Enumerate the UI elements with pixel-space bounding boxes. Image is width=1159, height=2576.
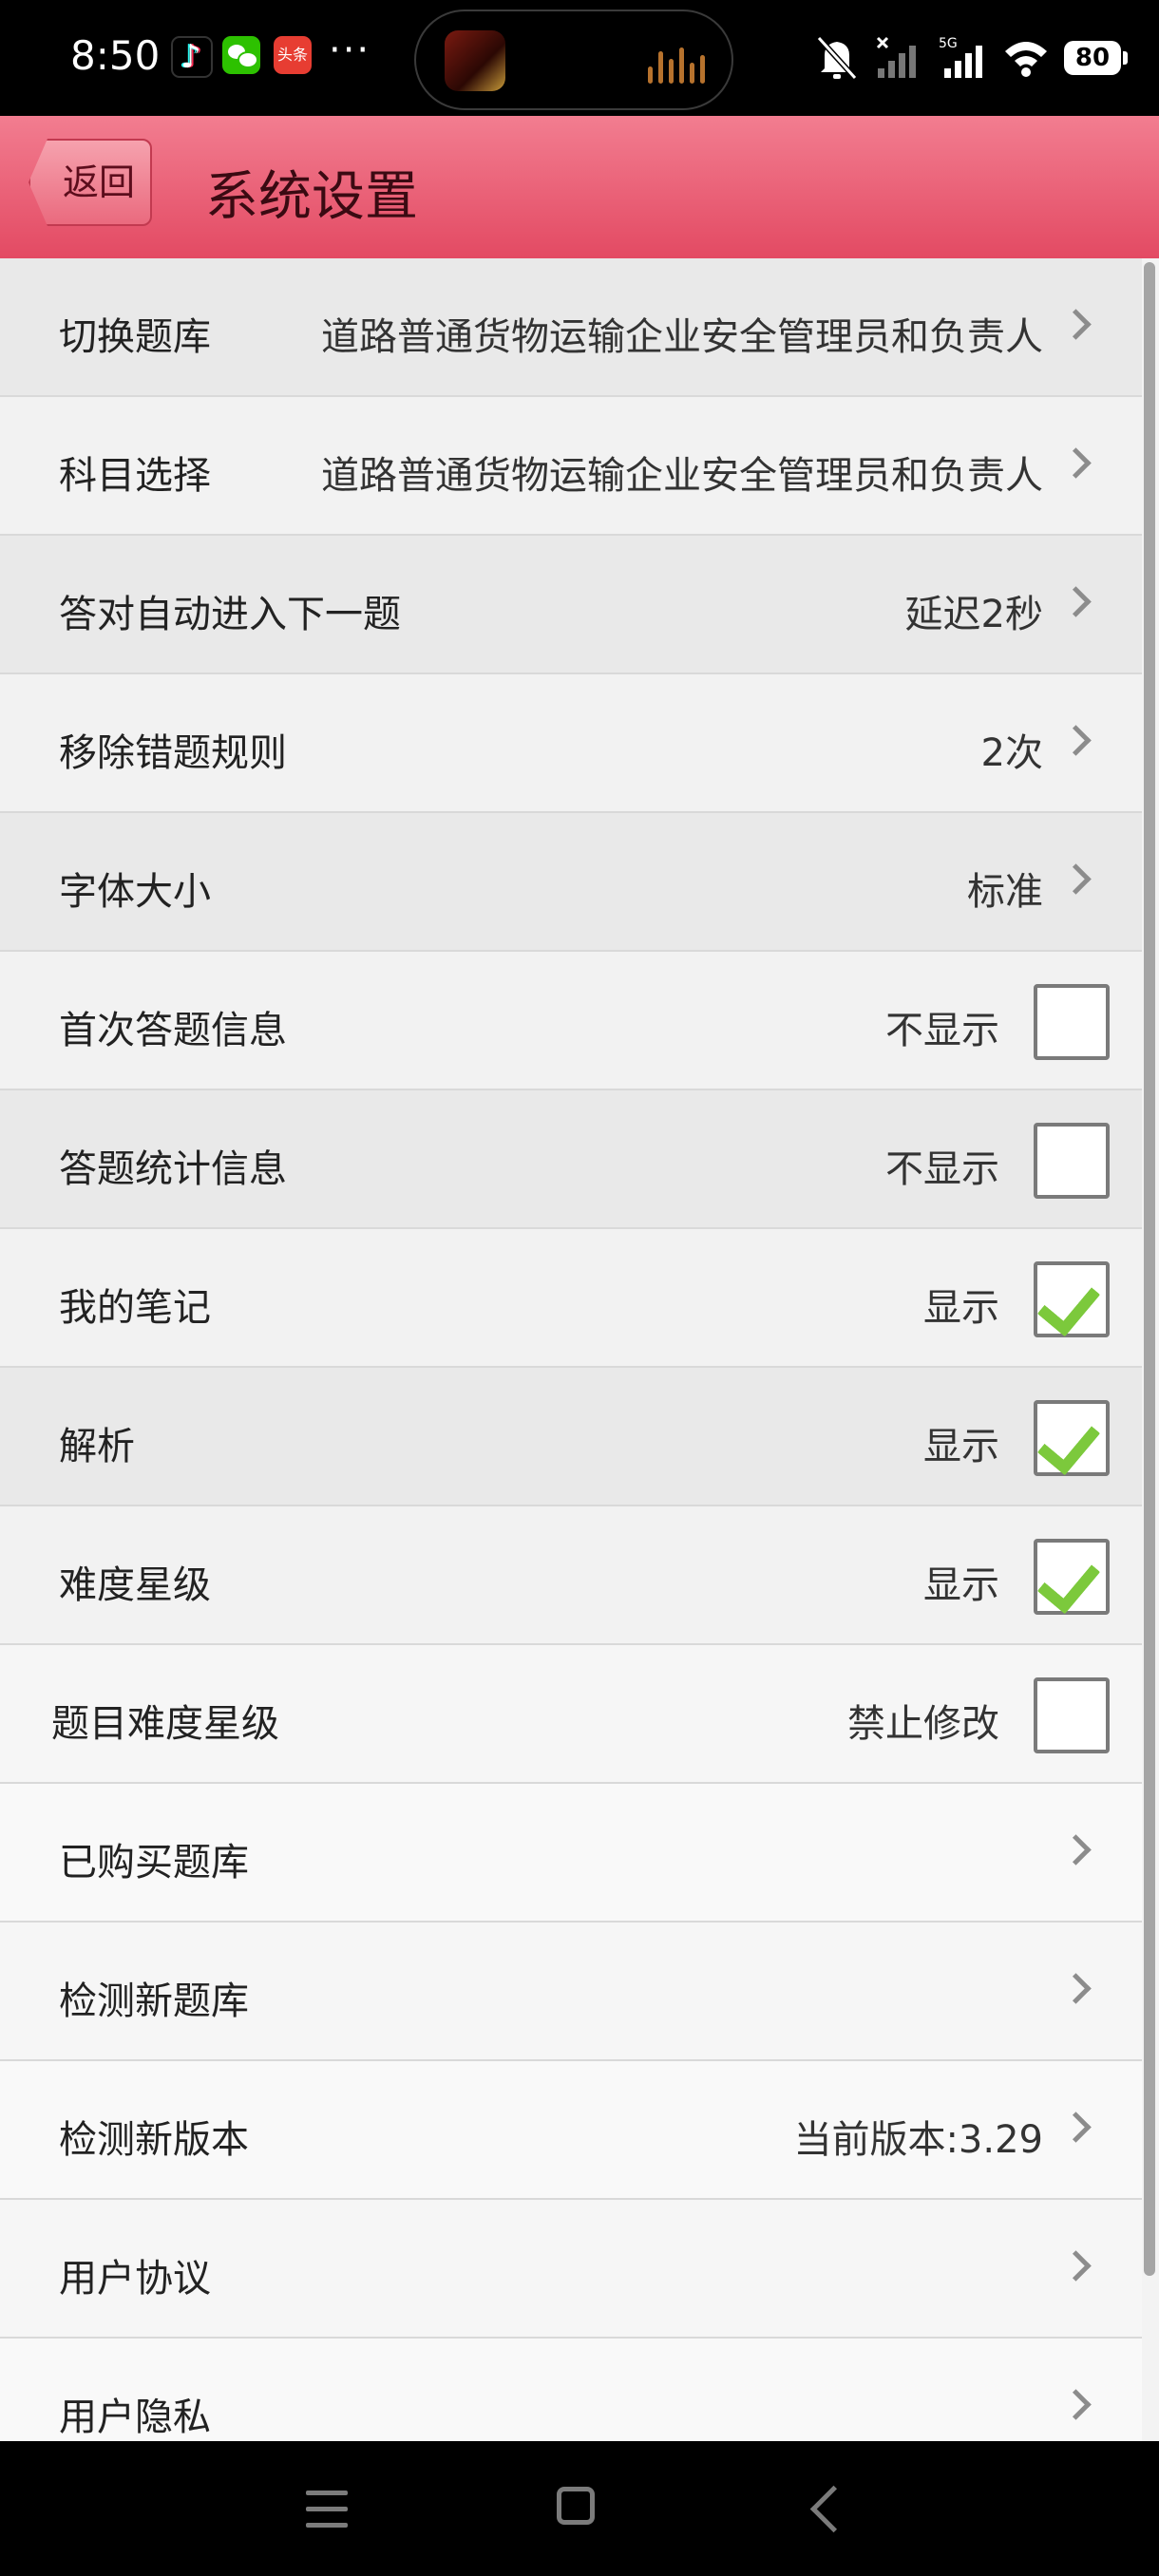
settings-row[interactable]: 难度星级 显示	[0, 1506, 1142, 1645]
settings-row-value: 显示	[923, 1286, 999, 1330]
navigation-bar	[0, 2441, 1159, 2576]
settings-checkbox[interactable]	[1034, 1539, 1110, 1615]
back-button[interactable]: 返回	[28, 139, 152, 226]
settings-row[interactable]: 科目选择 道路普通货物运输企业安全管理员和负责人	[0, 397, 1142, 536]
settings-row-value: 显示	[923, 1563, 999, 1607]
status-indicators: 5G 80	[815, 25, 1128, 91]
settings-row-label: 难度星级	[59, 1563, 211, 1607]
settings-row[interactable]: 字体大小 标准	[0, 813, 1142, 952]
settings-row-label: 用户隐私	[59, 2396, 211, 2439]
settings-row[interactable]: 首次答题信息 不显示	[0, 952, 1142, 1090]
checkmark-icon	[1036, 1548, 1101, 1615]
chevron-right-icon	[1060, 2250, 1092, 2282]
battery-icon: 80	[1064, 41, 1128, 75]
checkmark-icon	[1036, 1271, 1101, 1337]
dynamic-island-media[interactable]	[414, 9, 733, 110]
mute-icon	[816, 35, 858, 81]
checkmark-icon	[1036, 1410, 1101, 1476]
scrollbar[interactable]	[1144, 262, 1155, 2276]
chevron-right-icon	[1060, 447, 1092, 479]
settings-row-label: 我的笔记	[59, 1286, 211, 1330]
toutiao-icon: 头条	[274, 36, 312, 74]
settings-list: 切换题库 道路普通货物运输企业安全管理员和负责人 科目选择 道路普通货物运输企业安全管…	[0, 258, 1142, 2477]
settings-checkbox[interactable]	[1034, 1677, 1110, 1753]
more-notifications-icon: ···	[329, 28, 371, 72]
settings-row[interactable]: 移除错题规则 2次	[0, 674, 1142, 813]
chevron-right-icon	[1060, 725, 1092, 756]
chevron-right-icon	[1060, 586, 1092, 617]
settings-row-value: 标准	[967, 870, 1043, 914]
chevron-right-icon	[1060, 1834, 1092, 1866]
settings-row-label: 切换题库	[59, 315, 211, 359]
settings-row[interactable]: 检测新题库	[0, 1923, 1142, 2061]
settings-row-label: 题目难度星级	[51, 1702, 279, 1746]
settings-row[interactable]: 已购买题库	[0, 1784, 1142, 1923]
chevron-right-icon	[1060, 863, 1092, 895]
settings-row-value: 2次	[980, 731, 1043, 775]
settings-row-value: 道路普通货物运输企业安全管理员和负责人	[321, 454, 1043, 498]
settings-checkbox[interactable]	[1034, 1123, 1110, 1199]
chevron-right-icon	[1060, 2389, 1092, 2420]
settings-row-label: 字体大小	[59, 870, 211, 914]
settings-row-label: 已购买题库	[59, 1841, 249, 1885]
settings-row[interactable]: 检测新版本 当前版本:3.29	[0, 2061, 1142, 2200]
settings-row[interactable]: 答对自动进入下一题 延迟2秒	[0, 536, 1142, 674]
settings-row-value: 道路普通货物运输企业安全管理员和负责人	[321, 315, 1043, 359]
settings-row-value: 不显示	[885, 1009, 999, 1052]
settings-row-label: 用户协议	[59, 2257, 211, 2301]
settings-row-label: 首次答题信息	[59, 1009, 287, 1052]
chevron-right-icon	[1060, 309, 1092, 340]
settings-row-label: 检测新版本	[59, 2118, 249, 2162]
settings-row-label: 科目选择	[59, 454, 211, 498]
settings-row[interactable]: 解析 显示	[0, 1368, 1142, 1506]
settings-row-value: 禁止修改	[847, 1702, 999, 1746]
tiktok-icon	[171, 36, 213, 78]
status-time: 8:50	[70, 32, 161, 79]
chevron-right-icon	[1060, 1973, 1092, 2004]
signal-5g-icon: 5G	[939, 36, 982, 78]
settings-row-label: 答题统计信息	[59, 1147, 287, 1191]
wifi-icon	[1005, 42, 1047, 77]
audio-wave-icon	[648, 46, 705, 84]
settings-row[interactable]: 答题统计信息 不显示	[0, 1090, 1142, 1229]
settings-row[interactable]: 切换题库 道路普通货物运输企业安全管理员和负责人	[0, 258, 1142, 397]
settings-row[interactable]: 用户协议	[0, 2200, 1142, 2339]
network-type-label: 5G	[939, 36, 958, 51]
page-title: 系统设置	[205, 166, 418, 228]
settings-row-label: 解析	[59, 1425, 135, 1468]
settings-row-value: 当前版本:3.29	[793, 2118, 1043, 2162]
settings-row[interactable]: 我的笔记 显示	[0, 1229, 1142, 1368]
chevron-right-icon	[1060, 2112, 1092, 2143]
settings-row[interactable]: 题目难度星级 禁止修改	[0, 1645, 1142, 1784]
settings-checkbox[interactable]	[1034, 1261, 1110, 1337]
settings-row-label: 移除错题规则	[59, 731, 287, 775]
home-button[interactable]	[557, 2487, 595, 2525]
status-bar: 8:50 头条 ··· 5G	[0, 0, 1159, 116]
settings-checkbox[interactable]	[1034, 984, 1110, 1060]
app-header: 返回 系统设置	[0, 116, 1159, 258]
settings-row-value: 显示	[923, 1425, 999, 1468]
settings-row-value: 不显示	[885, 1147, 999, 1191]
album-cover-icon	[445, 30, 505, 91]
settings-row-label: 检测新题库	[59, 1979, 249, 2023]
settings-checkbox[interactable]	[1034, 1400, 1110, 1476]
wechat-icon	[222, 36, 260, 74]
recent-apps-button[interactable]	[306, 2491, 348, 2529]
settings-row-value: 延迟2秒	[904, 593, 1043, 636]
nav-back-button[interactable]	[809, 2485, 858, 2533]
settings-row-label: 答对自动进入下一题	[59, 593, 401, 636]
no-signal-icon	[876, 36, 916, 78]
